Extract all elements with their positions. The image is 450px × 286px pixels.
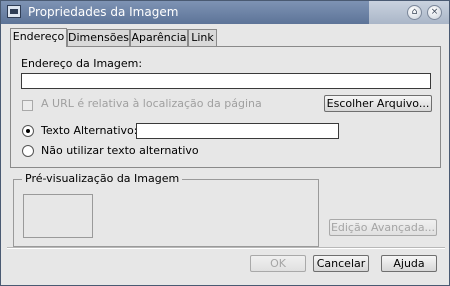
image-preview-group: Pré-visualização da Imagem (13, 172, 319, 247)
choose-file-button[interactable]: Escolher Arquivo... (324, 95, 432, 112)
shade-window-icon[interactable]: ⌂ (407, 5, 422, 20)
image-properties-dialog: Propriedades da Imagem ⌂ × Endereço Dime… (0, 0, 450, 286)
footer-separator (7, 247, 445, 249)
close-window-icon[interactable]: × (427, 5, 442, 20)
alt-text-radio[interactable] (22, 125, 34, 137)
no-alt-text-radio[interactable] (22, 145, 34, 157)
tab-link[interactable]: Link (188, 29, 217, 46)
window-app-icon (7, 5, 21, 18)
tab-location[interactable]: Endereço (10, 28, 67, 47)
relative-url-label: A URL é relativa à localização da página (41, 97, 262, 110)
tab-appearance[interactable]: Aparência (130, 29, 188, 46)
tab-dimensions[interactable]: Dimensões (67, 29, 130, 46)
title-bar[interactable]: Propriedades da Imagem ⌂ × (1, 1, 449, 24)
image-location-input[interactable] (21, 73, 431, 89)
window-title: Propriedades da Imagem (28, 5, 179, 19)
advanced-edit-button[interactable]: Edição Avançada... (329, 219, 437, 236)
alt-text-input[interactable] (136, 123, 339, 139)
no-alt-text-label: Não utilizar texto alternativo (41, 144, 199, 157)
image-preview-area (23, 194, 93, 238)
image-location-label: Endereço da Imagem: (21, 57, 143, 70)
help-button[interactable]: Ajuda (381, 255, 437, 272)
cancel-button[interactable]: Cancelar (313, 255, 369, 272)
image-preview-title: Pré-visualização da Imagem (22, 172, 183, 185)
relative-url-checkbox[interactable] (22, 100, 33, 111)
ok-button[interactable]: OK (250, 255, 306, 272)
tab-panel-location: Endereço da Imagem: A URL é relativa à l… (10, 46, 441, 168)
alt-text-label: Texto Alternativo: (41, 124, 138, 137)
